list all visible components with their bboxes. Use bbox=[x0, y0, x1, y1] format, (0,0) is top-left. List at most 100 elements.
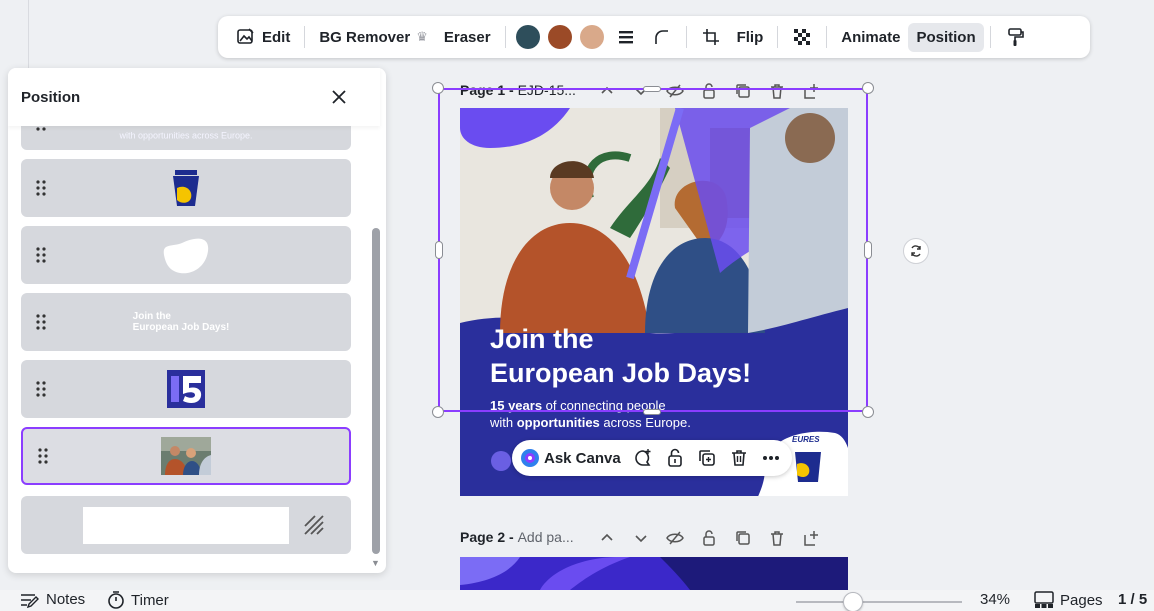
drag-handle-icon[interactable] bbox=[35, 179, 47, 197]
rotate-icon bbox=[911, 245, 921, 257]
drag-handle-icon[interactable] bbox=[35, 313, 47, 331]
zoom-slider-knob[interactable] bbox=[843, 592, 863, 611]
border-style-button[interactable] bbox=[608, 21, 644, 53]
resize-handle-top-left[interactable] bbox=[432, 82, 444, 94]
layer-15-years-graphic[interactable] bbox=[21, 360, 351, 418]
close-panel-button[interactable] bbox=[326, 84, 352, 110]
resize-handle-bottom-right[interactable] bbox=[862, 406, 874, 418]
canvas-divider bbox=[28, 0, 29, 70]
scroll-down-icon[interactable]: ▼ bbox=[371, 558, 380, 568]
notes-icon bbox=[21, 593, 39, 608]
eraser-button[interactable]: Eraser bbox=[436, 23, 499, 52]
zoom-value[interactable]: 34% bbox=[980, 591, 1010, 608]
pages-button[interactable]: Pages bbox=[1034, 591, 1103, 609]
drag-handle-icon[interactable] bbox=[37, 447, 49, 465]
ask-canva-label: Ask Canva bbox=[544, 449, 621, 467]
pages-label: Pages bbox=[1060, 591, 1103, 609]
toolbar-divider bbox=[826, 26, 828, 48]
bg-remover-button[interactable]: BG Remover ♛ bbox=[311, 23, 436, 52]
design-page-2[interactable] bbox=[460, 557, 848, 590]
comment-icon[interactable] bbox=[633, 448, 653, 468]
trash-icon[interactable] bbox=[729, 448, 749, 468]
layer-background-rectangle[interactable] bbox=[21, 496, 351, 554]
rotate-button[interactable] bbox=[903, 238, 929, 264]
ask-canva-toolbar: Ask Canva bbox=[512, 440, 792, 476]
scrollbar-thumb[interactable] bbox=[372, 228, 380, 554]
drag-handle-icon[interactable] bbox=[35, 380, 47, 398]
page-1-actions bbox=[598, 82, 820, 100]
contextual-toolbar: Edit BG Remover ♛ Eraser Flip Animate Po… bbox=[218, 16, 1090, 58]
delete-page-icon[interactable] bbox=[768, 529, 786, 547]
subheadline-line-2[interactable]: with opportunities across Europe. bbox=[490, 415, 691, 430]
page-2-title[interactable]: Page 2 - Add pa... bbox=[460, 529, 574, 545]
bottom-bar: Notes Timer 34% Pages 1 / 5 bbox=[0, 590, 1154, 611]
color-swatch-2[interactable] bbox=[547, 25, 572, 49]
resize-handle-right[interactable] bbox=[864, 241, 872, 259]
resize-handle-top[interactable] bbox=[643, 86, 661, 92]
chevron-up-icon[interactable] bbox=[598, 529, 616, 547]
duplicate-page-icon[interactable] bbox=[734, 82, 752, 100]
resize-handle-bottom[interactable] bbox=[643, 409, 661, 415]
layer-white-blob[interactable] bbox=[21, 226, 351, 284]
eures-logo-text: EURES bbox=[792, 435, 820, 444]
corner-rounding-icon bbox=[654, 30, 668, 44]
add-page-icon[interactable] bbox=[802, 82, 820, 100]
position-panel: Position with opportunities across Europ… bbox=[8, 68, 386, 573]
15-graphic-thumbnail bbox=[167, 370, 205, 408]
hide-page-icon[interactable] bbox=[666, 529, 684, 547]
lock-icon[interactable] bbox=[665, 448, 685, 468]
duplicate-icon[interactable] bbox=[697, 448, 717, 468]
page-1-title[interactable]: Page 1 - EJD-15... bbox=[460, 82, 576, 98]
sub2-rest: across Europe. bbox=[599, 415, 691, 430]
layer-photo[interactable] bbox=[21, 427, 351, 485]
timer-button[interactable]: Timer bbox=[107, 591, 169, 609]
resize-handle-bottom-left[interactable] bbox=[432, 406, 444, 418]
hide-page-icon[interactable] bbox=[666, 82, 684, 100]
flip-button[interactable]: Flip bbox=[729, 23, 772, 52]
zoom-slider[interactable] bbox=[796, 601, 962, 603]
color-swatch-1[interactable] bbox=[515, 25, 540, 49]
job-days-photo[interactable] bbox=[460, 108, 848, 358]
ask-canva-button[interactable]: Ask Canva bbox=[520, 448, 621, 468]
timer-label: Timer bbox=[131, 591, 169, 609]
crop-icon bbox=[702, 29, 719, 45]
timer-icon bbox=[108, 591, 124, 609]
copy-style-button[interactable] bbox=[997, 21, 1033, 53]
delete-page-icon[interactable] bbox=[768, 82, 786, 100]
page-2-number: Page 2 - bbox=[460, 529, 518, 545]
layer-eures-logo[interactable] bbox=[21, 159, 351, 217]
lock-icon[interactable] bbox=[700, 529, 718, 547]
animate-button[interactable]: Animate bbox=[833, 23, 908, 52]
position-button[interactable]: Position bbox=[908, 22, 984, 52]
chevron-down-icon[interactable] bbox=[632, 529, 650, 547]
corner-rounding-button[interactable] bbox=[644, 21, 680, 53]
notes-label: Notes bbox=[46, 591, 86, 608]
add-page-icon[interactable] bbox=[802, 529, 820, 547]
edit-button[interactable]: Edit bbox=[228, 21, 298, 53]
duplicate-page-icon[interactable] bbox=[734, 529, 752, 547]
resize-handle-left[interactable] bbox=[435, 241, 443, 259]
headline-line-1[interactable]: Join the bbox=[490, 324, 594, 355]
color-swatch-3[interactable] bbox=[579, 25, 604, 49]
headline-line-2[interactable]: European Job Days! bbox=[490, 358, 751, 389]
layer-thumb-headline: Join the European Job Days! bbox=[133, 311, 230, 333]
layer-headline-text[interactable]: Join the European Job Days! bbox=[21, 293, 351, 351]
chevron-up-icon[interactable] bbox=[598, 82, 616, 100]
drag-handle-icon[interactable] bbox=[35, 246, 47, 264]
crop-button[interactable] bbox=[693, 21, 729, 53]
resize-handle-top-right[interactable] bbox=[862, 82, 874, 94]
page-2-preview bbox=[460, 557, 848, 590]
edit-label: Edit bbox=[262, 28, 291, 46]
transparency-button[interactable] bbox=[784, 21, 820, 53]
border-style-icon bbox=[618, 31, 633, 44]
notes-button[interactable]: Notes bbox=[20, 591, 85, 608]
page-2-name: Add pa... bbox=[517, 529, 574, 545]
photo-thumbnail bbox=[161, 437, 211, 475]
sub1-bold: 15 years bbox=[490, 398, 543, 413]
lock-icon[interactable] bbox=[700, 82, 718, 100]
toolbar-divider bbox=[685, 26, 687, 48]
design-page-1[interactable]: Join the European Job Days! 15 years of … bbox=[460, 108, 848, 496]
more-options-icon[interactable] bbox=[761, 448, 781, 468]
subheadline-line-1[interactable]: 15 years of connecting people bbox=[490, 398, 666, 413]
animate-label: Animate bbox=[841, 28, 901, 46]
